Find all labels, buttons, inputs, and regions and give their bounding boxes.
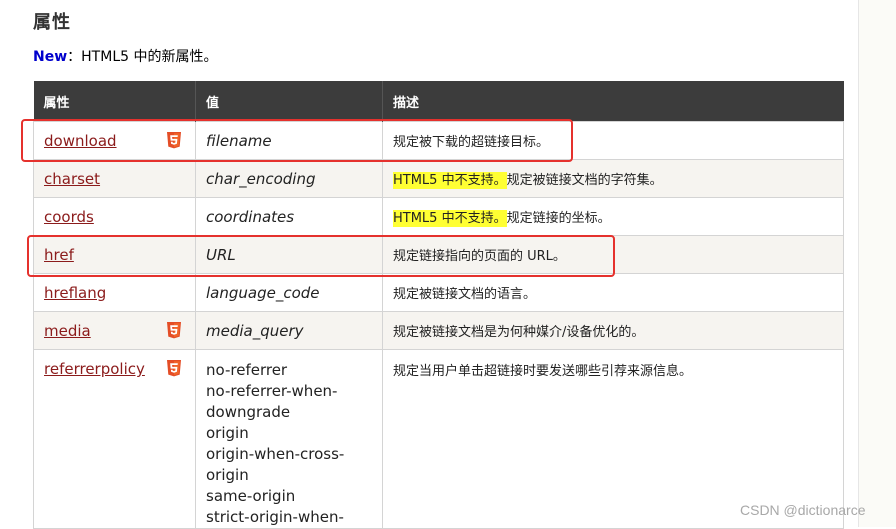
description-text: 规定被链接文档是为何种媒介/设备优化的。: [393, 325, 645, 340]
table-row: referrerpolicy no-referrer no-referrer-w…: [33, 349, 844, 529]
value-cell: coordinates: [195, 197, 383, 236]
value-option: no-referrer: [206, 361, 288, 379]
value-list: no-referrer no-referrer-when- downgrade …: [206, 360, 372, 528]
value-option: no-referrer-when-: [206, 382, 338, 400]
header-value: 值: [195, 81, 383, 122]
table-header-row: 属性 值 描述: [33, 81, 844, 122]
table-row: download filename 规定被下载的超链接目标。: [33, 121, 844, 160]
header-description: 描述: [382, 81, 844, 122]
value-option: origin: [206, 466, 249, 484]
watermark: CSDN @dictionarce: [740, 502, 866, 518]
attr-cell: charset: [33, 159, 196, 198]
attr-link-charset[interactable]: charset: [44, 170, 100, 188]
description-cell: 规定被链接文档是为何种媒介/设备优化的。: [382, 311, 844, 350]
html5-icon: [167, 131, 181, 148]
value-cell: filename: [195, 121, 383, 160]
html5-icon: [167, 360, 181, 377]
unsupported-highlight: HTML5 中不支持。: [393, 210, 507, 227]
attr-link-hreflang[interactable]: hreflang: [44, 284, 106, 302]
table-row: media media_query 规定被链接文档是为何种媒介/设备优化的。: [33, 311, 844, 350]
attr-link-referrerpolicy[interactable]: referrerpolicy: [44, 360, 145, 378]
new-attributes-note: New：HTML5 中的新属性。: [33, 46, 217, 66]
table-row: hreflang language_code 规定被链接文档的语言。: [33, 273, 844, 312]
new-tag: New: [33, 49, 68, 65]
description-text: 规定被下载的超链接目标。: [393, 135, 550, 150]
attr-cell: href: [33, 235, 196, 274]
attr-link-href[interactable]: href: [44, 246, 74, 264]
value-option: origin-when-cross-: [206, 445, 345, 463]
value-option: same-origin: [206, 487, 296, 505]
description-cell: 规定被下载的超链接目标。: [382, 121, 844, 160]
attr-link-download[interactable]: download: [44, 132, 117, 150]
right-gutter: [859, 0, 896, 527]
attr-cell: media: [33, 311, 196, 350]
section-title: 属性: [33, 12, 71, 33]
description-text: 规定当用户单击超链接时要发送哪些引荐来源信息。: [393, 364, 693, 379]
value-option: strict-origin-when-: [206, 508, 344, 526]
attributes-page: 属性 New：HTML5 中的新属性。 属性 值 描述 download fil…: [0, 0, 859, 529]
attr-link-media[interactable]: media: [44, 322, 91, 340]
description-cell: HTML5 中不支持。规定链接的坐标。: [382, 197, 844, 236]
value-cell: URL: [195, 235, 383, 274]
value-option: origin: [206, 424, 249, 442]
value-cell: char_encoding: [195, 159, 383, 198]
value-cell: media_query: [195, 311, 383, 350]
description-text: 规定被链接文档的语言。: [393, 287, 537, 302]
description-text: 规定链接的坐标。: [506, 211, 611, 226]
attr-cell: coords: [33, 197, 196, 236]
value-option: downgrade: [206, 403, 291, 421]
table-row: href URL 规定链接指向的页面的 URL。: [33, 235, 844, 274]
description-cell: HTML5 中不支持。规定被链接文档的字符集。: [382, 159, 844, 198]
attributes-table: 属性 值 描述 download filename 规定被下载的超链接目标。 c…: [33, 81, 844, 529]
attr-link-coords[interactable]: coords: [44, 208, 94, 226]
value-cell: no-referrer no-referrer-when- downgrade …: [195, 349, 383, 529]
header-attribute: 属性: [33, 81, 196, 122]
table-row: charset char_encoding HTML5 中不支持。规定被链接文档…: [33, 159, 844, 198]
attr-cell: download: [33, 121, 196, 160]
html5-icon: [167, 321, 181, 338]
description-text: 规定被链接文档的字符集。: [506, 173, 663, 188]
description-cell: 规定链接指向的页面的 URL。: [382, 235, 844, 274]
attr-cell: hreflang: [33, 273, 196, 312]
table-row: coords coordinates HTML5 中不支持。规定链接的坐标。: [33, 197, 844, 236]
description-cell: 规定被链接文档的语言。: [382, 273, 844, 312]
attr-cell: referrerpolicy: [33, 349, 196, 529]
description-text: 规定链接指向的页面的 URL。: [393, 249, 566, 264]
new-note-text: ：HTML5 中的新属性。: [67, 49, 218, 65]
unsupported-highlight: HTML5 中不支持。: [393, 172, 507, 189]
value-cell: language_code: [195, 273, 383, 312]
